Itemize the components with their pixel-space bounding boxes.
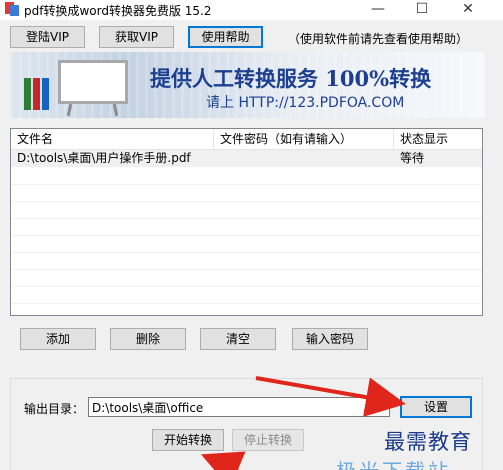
watermark-bottom: 极光下载站: [336, 458, 486, 470]
watermark-text: 最需教育: [384, 430, 472, 454]
annotation-arrows: [200, 376, 406, 470]
arrow-to-settings: [255, 376, 406, 417]
arrow-to-start: [200, 451, 246, 470]
